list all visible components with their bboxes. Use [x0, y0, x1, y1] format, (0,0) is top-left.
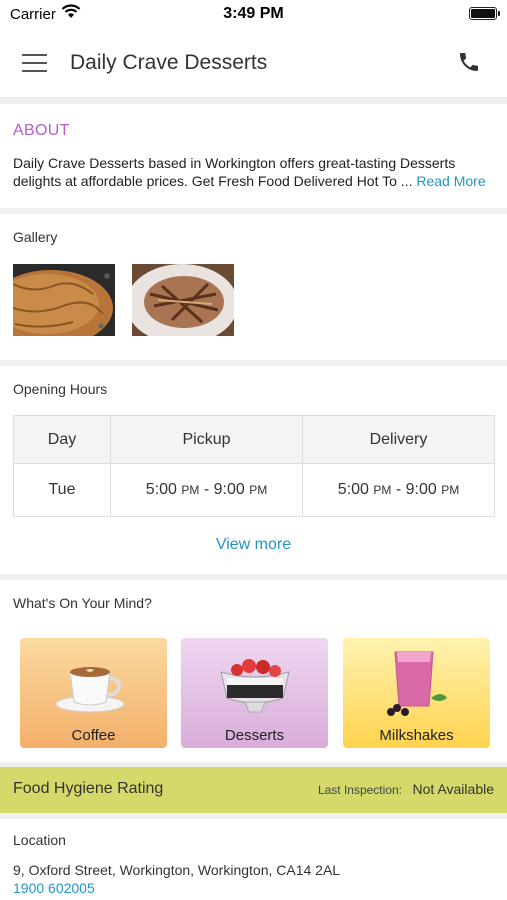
delivery-start-time: 5:00 — [337, 481, 369, 498]
about-heading: ABOUT — [13, 122, 70, 139]
delivery-start-ampm: PM — [373, 483, 392, 497]
opening-hours-table: Day Pickup Delivery Tue 5:00 PM - 9:00 P… — [13, 415, 495, 517]
coffee-cup-icon — [55, 667, 125, 713]
column-header-delivery: Delivery — [302, 415, 495, 464]
address-text: 9, Oxford Street, Workington, Workington… — [13, 862, 341, 878]
category-desserts-label: Desserts — [224, 727, 285, 744]
gallery-label: Gallery — [13, 229, 58, 245]
category-desserts[interactable]: Desserts — [181, 638, 328, 748]
view-more-link[interactable]: View more — [0, 536, 507, 554]
clock: 3:49 PM — [223, 5, 284, 22]
column-header-day: Day — [13, 415, 111, 464]
category-milkshakes[interactable]: Milkshakes — [343, 638, 490, 748]
pickup-end-time: 9:00 — [213, 481, 245, 498]
delivery-separator: - — [391, 481, 406, 498]
last-inspection-value: Not Available — [412, 781, 494, 797]
pickup-start-time: 5:00 — [145, 481, 177, 498]
delivery-hours-cell: 5:00 PM - 9:00 PM — [302, 463, 495, 517]
table-row: Tue 5:00 PM - 9:00 PM 5:00 PM - 9:00 PM — [13, 463, 495, 517]
pickup-end-ampm: PM — [249, 483, 268, 497]
battery-icon — [469, 7, 500, 20]
location-section: Location 9, Oxford Street, Workington, W… — [0, 819, 507, 900]
hamburger-menu-icon[interactable] — [22, 52, 48, 74]
column-header-pickup: Pickup — [110, 415, 303, 464]
about-text: Daily Crave Desserts based in Workington… — [13, 155, 456, 189]
delivery-end-ampm: PM — [441, 483, 460, 497]
phone-number-link[interactable]: 1900 602005 — [13, 880, 95, 896]
about-section: ABOUT Daily Crave Desserts based in Work… — [0, 104, 507, 208]
category-coffee-label: Coffee — [71, 727, 116, 744]
dessert-bowl-icon — [220, 659, 290, 713]
food-hygiene-bar[interactable]: Food Hygiene Rating Last Inspection: Not… — [0, 767, 507, 813]
pickup-hours-cell: 5:00 PM - 9:00 PM — [110, 463, 303, 517]
about-ellipsis: ... — [400, 173, 413, 189]
location-label: Location — [13, 832, 66, 848]
gallery-section: Gallery — [0, 214, 507, 360]
pickup-start-ampm: PM — [181, 483, 200, 497]
category-coffee[interactable]: Coffee — [20, 638, 167, 748]
opening-hours-label: Opening Hours — [13, 381, 108, 397]
page-title: Daily Crave Desserts — [70, 51, 268, 74]
delivery-end-time: 9:00 — [405, 481, 437, 498]
opening-hours-section: Opening Hours Day Pickup Delivery Tue 5:… — [0, 366, 507, 574]
day-cell: Tue — [13, 463, 111, 517]
milkshake-glass-icon — [387, 651, 447, 716]
gallery-image-1[interactable] — [13, 264, 115, 336]
app-header: Daily Crave Desserts — [0, 30, 507, 98]
about-description: Daily Crave Desserts based in Workington… — [13, 154, 498, 190]
pickup-separator: - — [199, 481, 214, 498]
last-inspection-label: Last Inspection: — [317, 783, 402, 797]
food-hygiene-title: Food Hygiene Rating — [13, 780, 164, 797]
table-header-row: Day Pickup Delivery — [13, 415, 495, 464]
phone-icon[interactable] — [457, 50, 481, 74]
gallery-image-2[interactable] — [132, 264, 234, 336]
categories-section: What's On Your Mind? Coffee Desserts Mil… — [0, 580, 507, 762]
read-more-link[interactable]: Read More — [416, 173, 485, 189]
status-bar: Carrier 3:49 PM — [0, 0, 507, 30]
categories-label: What's On Your Mind? — [13, 595, 152, 611]
category-milkshakes-label: Milkshakes — [379, 727, 454, 744]
